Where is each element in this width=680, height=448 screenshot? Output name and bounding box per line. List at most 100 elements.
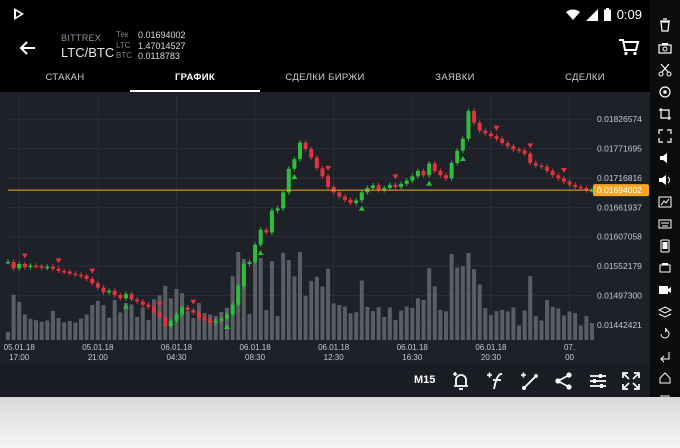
x-tick-time: 08:30 (245, 353, 266, 362)
volume-bar (438, 309, 443, 340)
y-tick-label: 0.01826574 (597, 114, 642, 124)
tab-chart[interactable]: ГРАФИК (130, 66, 260, 92)
bell-plus-icon[interactable] (450, 370, 472, 392)
volume-bar (84, 314, 89, 340)
candle-body (494, 136, 499, 139)
layers-icon[interactable] (657, 305, 673, 319)
candle-body (208, 319, 213, 323)
volume-bar (320, 286, 325, 340)
price-chart[interactable]: 0.01826574 0.01771695 0.01716816 0.01661937… (0, 92, 650, 364)
trendline-icon[interactable] (519, 370, 541, 392)
volume-bar (185, 311, 190, 340)
volume-bar (545, 299, 550, 340)
candle-body (376, 185, 381, 191)
indicator-icon[interactable] (485, 370, 507, 392)
volume-bar (393, 319, 398, 340)
candle-body (488, 133, 493, 137)
battery-icon[interactable] (658, 261, 672, 275)
volume-bar (118, 312, 123, 340)
volume-bar (258, 258, 263, 340)
candle-body (460, 138, 465, 151)
volume-bar (286, 260, 291, 340)
volume-bar (6, 332, 10, 340)
volume-bar (56, 317, 61, 340)
volume-bar (135, 316, 140, 340)
candle-body (275, 208, 280, 211)
candle-body (253, 244, 258, 262)
rotate-icon[interactable] (658, 327, 672, 341)
candle-body (219, 318, 224, 321)
candle-body (123, 293, 128, 299)
candle-body (225, 314, 229, 319)
x-tick-date: 05.01.18 (4, 343, 36, 352)
settings-sliders-icon[interactable] (587, 370, 609, 392)
candle-body (539, 165, 544, 168)
arrow-left-icon[interactable] (18, 38, 38, 58)
volume-bar (500, 309, 505, 340)
cart-icon[interactable] (618, 38, 640, 56)
location-icon[interactable] (658, 85, 672, 99)
candle-body (213, 320, 218, 323)
volume-bar (584, 315, 589, 340)
volume-bar (79, 318, 83, 340)
volume-bar (488, 315, 493, 340)
candle-body (309, 148, 314, 158)
quote-label: Тек (116, 30, 129, 39)
volume-bar (39, 321, 44, 340)
fullscreen-icon[interactable] (620, 370, 642, 392)
candle-body (135, 299, 140, 302)
volume-bar (517, 325, 521, 340)
x-tick-time: 21:00 (88, 353, 109, 362)
scissors-icon[interactable] (658, 63, 672, 77)
back-icon[interactable] (658, 349, 672, 363)
home-icon[interactable] (658, 371, 672, 385)
camera-icon[interactable] (658, 41, 672, 55)
tab-orders[interactable]: ЗАЯВКИ (390, 66, 520, 92)
candle-body (146, 304, 151, 307)
trash-icon[interactable] (658, 18, 672, 32)
candle-body (157, 312, 162, 318)
expand-icon[interactable] (658, 129, 672, 143)
volume-bar (62, 322, 67, 340)
volume-up-icon[interactable] (658, 173, 672, 187)
quote-list: Тек 0.01694002 LTC 1.47014527 BTC 0.0118783 (116, 30, 186, 62)
x-tick-time: 17:00 (9, 353, 30, 362)
volume-bar (505, 311, 510, 340)
quote-label: BTC (116, 51, 132, 60)
crop-icon[interactable] (658, 107, 672, 121)
volume-bar (11, 294, 16, 340)
resolution-icon[interactable] (658, 195, 672, 209)
video-icon[interactable] (658, 283, 672, 297)
volume-bar (472, 269, 477, 340)
volume-bar (17, 301, 22, 340)
status-time: 0:09 (616, 7, 642, 22)
volume-bar (354, 312, 359, 340)
timeframe-button[interactable]: M15 (414, 374, 435, 386)
candle-body (202, 317, 207, 320)
volume-bar (567, 311, 572, 340)
pair-name: LTC/BTC (61, 45, 115, 60)
phone-icon[interactable] (658, 239, 672, 253)
volume-bar (95, 300, 100, 340)
volume-down-icon[interactable] (658, 151, 672, 165)
candle-body (79, 274, 83, 277)
quote-row: LTC 1.47014527 (116, 41, 186, 52)
y-tick-label: 0.01716816 (597, 173, 642, 183)
current-price-label: 0.01694002 (597, 185, 642, 195)
candle-body (393, 184, 398, 187)
tab-order-book[interactable]: СТАКАН (0, 66, 130, 92)
candle-body (410, 176, 415, 181)
volume-bar (561, 315, 566, 340)
volume-bar (410, 307, 415, 340)
share-icon[interactable] (553, 370, 575, 392)
x-tick-date: 07. (564, 343, 575, 352)
quote-value: 0.0118783 (138, 51, 180, 61)
tab-bar: СТАКАН ГРАФИК СДЕЛКИ БИРЖИ ЗАЯВКИ СДЕЛКИ (0, 66, 650, 92)
keyboard-icon[interactable] (658, 217, 672, 231)
y-tick-label: 0.01497300 (597, 290, 642, 300)
candle-body (415, 170, 420, 177)
volume-bar (326, 268, 331, 340)
tab-trades[interactable]: СДЕЛКИ (520, 66, 650, 92)
quote-row: Тек 0.01694002 (116, 30, 186, 41)
tab-exchange-trades[interactable]: СДЕЛКИ БИРЖИ (260, 66, 390, 92)
